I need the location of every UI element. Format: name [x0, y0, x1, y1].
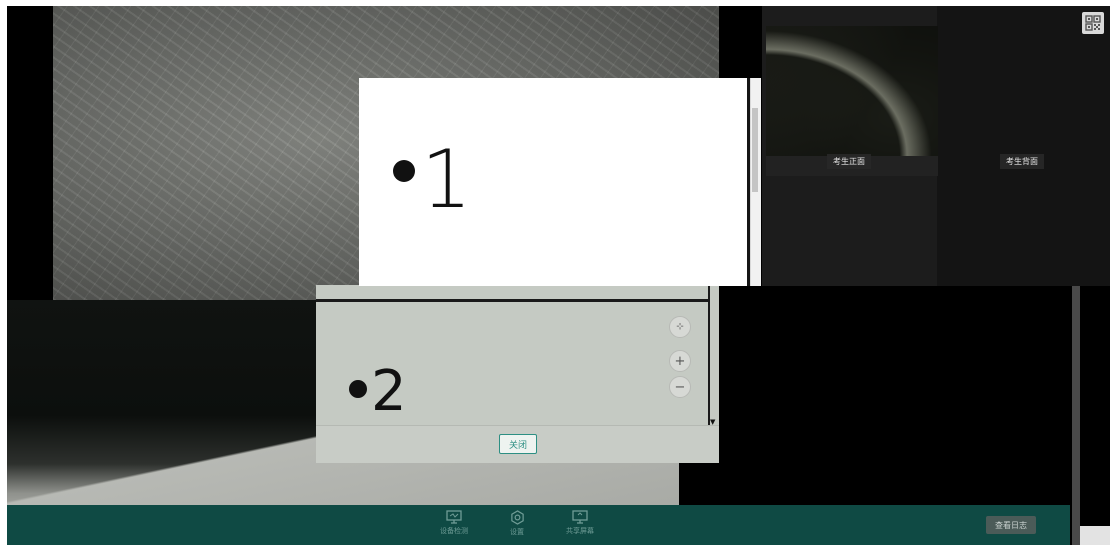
side-scrollbar[interactable]	[1072, 286, 1080, 545]
corner-panel	[1080, 526, 1110, 545]
question-number: 1	[421, 133, 472, 226]
zoom-out-button[interactable]: −	[669, 376, 691, 398]
settings-button[interactable]: 设置	[494, 510, 540, 537]
share-screen-button[interactable]: 共享屏幕	[557, 510, 603, 536]
scroll-down-arrow-icon[interactable]: ▼	[710, 418, 715, 426]
close-button[interactable]: 关闭	[499, 434, 537, 454]
back-camera-tile	[937, 6, 1110, 286]
plus-icon: +	[674, 353, 686, 369]
image-viewer-content: 2	[316, 302, 708, 425]
device-check-label: 设备检测	[440, 527, 468, 535]
bullet-icon	[393, 160, 415, 182]
share-screen-icon	[572, 510, 588, 524]
minus-icon: −	[674, 379, 686, 395]
zoom-in-button[interactable]: +	[669, 350, 691, 372]
gear-icon	[510, 510, 524, 525]
back-camera-label: 考生背面	[1000, 154, 1044, 169]
fit-screen-button[interactable]: ⊹	[669, 316, 691, 338]
qr-code-icon	[1085, 15, 1101, 31]
share-screen-label: 共享屏幕	[566, 527, 594, 535]
bullet-icon	[349, 379, 367, 398]
view-log-button[interactable]: 查看日志	[986, 516, 1036, 534]
monitor-icon	[446, 510, 462, 524]
front-camera-label: 考生正面	[827, 154, 871, 169]
question-dialog: 1	[359, 78, 761, 286]
question-item-2: 2	[349, 364, 407, 420]
dialog-footer: 关闭	[316, 425, 719, 463]
fit-icon: ⊹	[676, 322, 684, 332]
exam-stage: 考生正面 考生背面 2 关闭 ⊹ + − ▼ 1 设备检测 设置 共享屏幕 查看…	[7, 6, 1110, 545]
qr-code-button[interactable]	[1082, 12, 1104, 34]
image-viewer-dialog: 2 关闭	[316, 285, 719, 463]
dialog-scroll-thumb[interactable]	[752, 108, 758, 192]
question-number: 2	[371, 359, 407, 424]
device-check-button[interactable]: 设备检测	[431, 510, 477, 536]
settings-label: 设置	[510, 528, 524, 536]
question-item-1: 1	[393, 140, 472, 220]
bottom-toolbar: 设备检测 设置 共享屏幕 查看日志	[7, 505, 1070, 545]
